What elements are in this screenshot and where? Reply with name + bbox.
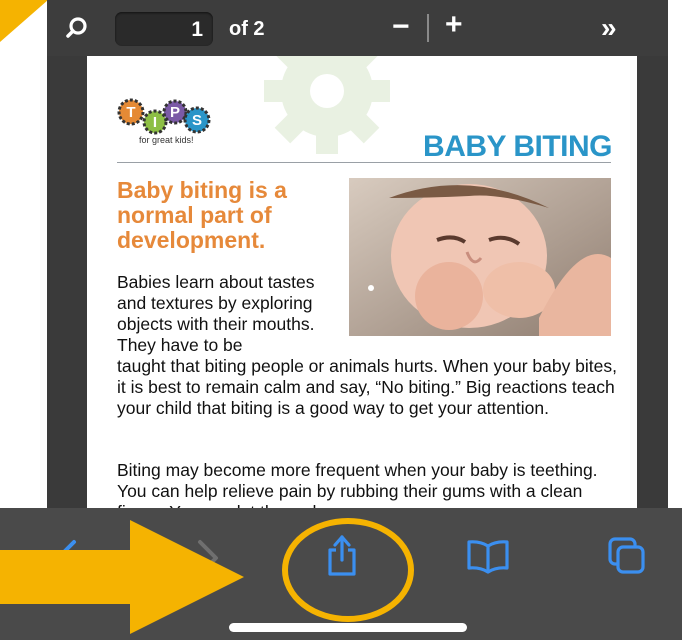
- bookmarks-icon[interactable]: [466, 538, 510, 574]
- search-icon[interactable]: [65, 14, 95, 44]
- more-icon[interactable]: »: [601, 14, 616, 42]
- zoom-out-button[interactable]: −: [392, 12, 410, 42]
- current-page: 1: [191, 18, 203, 41]
- pdf-toolbar: 1 of 2 − + »: [47, 0, 668, 56]
- logo-letter: I: [153, 114, 157, 131]
- paragraph-1-bottom: taught that biting people or animals hur…: [117, 356, 618, 418]
- logo-letter: S: [192, 112, 202, 129]
- zoom-in-button[interactable]: +: [445, 10, 463, 40]
- pdf-page: T I P S for great kids! BABY BITING Baby…: [87, 56, 637, 508]
- baby-photo: [349, 178, 611, 336]
- document-title: BABY BITING: [423, 130, 612, 163]
- page-count: of 2: [229, 18, 265, 40]
- gear-watermark-icon: [264, 56, 390, 154]
- page-number-field[interactable]: 1: [115, 12, 213, 46]
- toolbar-divider: [427, 14, 429, 42]
- logo-tagline: for great kids!: [139, 135, 194, 145]
- logo-letter: T: [126, 104, 135, 121]
- tabs-icon[interactable]: [607, 536, 647, 576]
- annotation-circle: [282, 518, 414, 622]
- annotation-arrow-top: [0, 0, 48, 42]
- pdf-viewer: 1 of 2 − + » T I P S for great kids! BAB…: [47, 0, 668, 508]
- paragraph-1-top: Babies learn about tastes and textures b…: [117, 272, 315, 355]
- logo-letter: P: [170, 104, 180, 121]
- annotation-arrow: [0, 520, 244, 634]
- home-indicator: [229, 623, 467, 632]
- title-rule: [117, 162, 611, 163]
- headline: Baby biting is a normal part of developm…: [117, 177, 287, 253]
- paragraph-2: Biting may become more frequent when you…: [117, 460, 598, 508]
